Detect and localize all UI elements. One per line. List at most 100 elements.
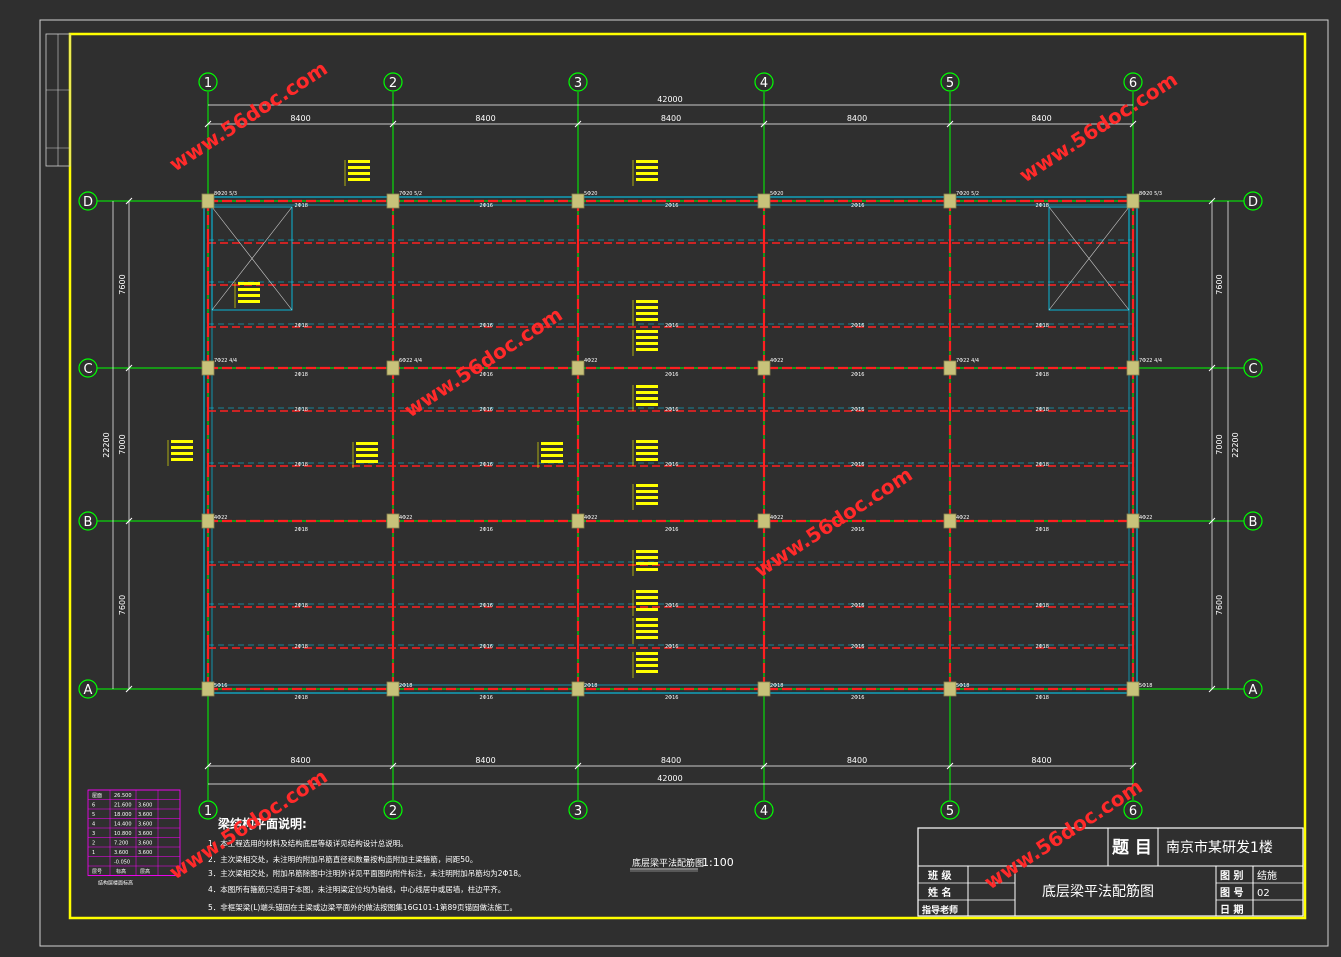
annotation-line (636, 330, 658, 333)
beam-label-span: 2Φ16 (851, 462, 864, 468)
beam-label-span: 2Φ18 (295, 323, 308, 329)
column-layer (201, 193, 1140, 697)
axis-label-3: 3 (574, 76, 582, 91)
annotation-line (171, 440, 193, 443)
beam-label-span: 2Φ16 (665, 527, 678, 533)
annotation-line (348, 160, 370, 163)
dimension-row-spacing: 7600 (118, 274, 127, 294)
axis-label-2: 2 (389, 804, 397, 819)
annotation-line (636, 318, 658, 321)
annotation-line (636, 397, 658, 400)
beam-label-a: 2Φ18 (399, 683, 412, 689)
name-label: 姓 名 (927, 886, 951, 899)
annotation-line (636, 652, 658, 655)
floor-table-level: 3 (92, 831, 95, 837)
number-value: 02 (1257, 888, 1270, 899)
beam-label-top: 8Φ20 5/3 (214, 191, 237, 197)
beam-label-span: 2Φ16 (851, 603, 864, 609)
dimension-bay-bottom: 8400 (290, 756, 310, 765)
axis-label-A: A (1249, 683, 1258, 698)
note-2: 2．主次梁相交处，未注明的附加吊筋直径和数量按构造附加主梁箍筋，间距50。 (208, 854, 477, 864)
beam-layer (203, 196, 1138, 694)
annotation-line (636, 403, 658, 406)
dimension-bay-bottom: 8400 (661, 756, 681, 765)
watermark-layer: www.56doc.com www.56doc.com www.56doc.com w… (165, 56, 1182, 894)
building-outline-inner (211, 204, 1130, 686)
beam-label-b: 4Φ22 (584, 515, 597, 521)
dimension-row-spacing: 7600 (118, 595, 127, 615)
beam-label-top: 5Φ20 (770, 191, 783, 197)
dimension-layer: 42000 8400 8400 8400 8400 8400 8400 8400 8400 840… (102, 95, 1240, 785)
axis-label-D: D (83, 195, 93, 210)
floor-table-level: 6 (92, 803, 95, 809)
beam-label-span: 2Φ18 (1036, 695, 1049, 701)
column (386, 513, 400, 529)
beam-label-span: 2Φ16 (851, 644, 864, 650)
annotation-line (356, 448, 378, 451)
annotation-line (636, 590, 658, 593)
beam-label-span: 2Φ18 (295, 407, 308, 413)
axis-label-D: D (1248, 195, 1258, 210)
beam-label-span: 2Φ18 (295, 603, 308, 609)
dimension-total-bottom-label: 42000 (657, 774, 682, 783)
beam-label-span: 2Φ16 (665, 695, 678, 701)
floor-table-level: 5 (92, 812, 95, 818)
beam-label-a: 5Φ18 (956, 683, 969, 689)
floor-table-height: 3.600 (138, 812, 152, 818)
beam-label-span: 2Φ16 (480, 323, 493, 329)
caption-scale: 1:100 (702, 856, 734, 869)
beam-label-b: 4Φ22 (214, 515, 227, 521)
dimension-row-spacing: 7600 (1215, 274, 1224, 294)
axis-label-4: 4 (760, 804, 768, 819)
annotation-line (636, 496, 658, 499)
beam-label-span: 2Φ18 (295, 527, 308, 533)
column (571, 193, 585, 209)
beam-label-span: 2Φ18 (1036, 203, 1049, 209)
column (386, 681, 400, 697)
annotation-line (636, 670, 658, 673)
beam-label-c: 6Φ22 4/4 (399, 358, 422, 364)
beam-label-span: 2Φ18 (295, 462, 308, 468)
beam-label-span: 2Φ16 (665, 203, 678, 209)
dimension-bay-top: 8400 (661, 114, 681, 123)
class-label: 班 级 (928, 869, 952, 882)
beam-label-b: 4Φ22 (770, 515, 783, 521)
drawing-title: 底层梁平法配筋图 (1042, 883, 1154, 900)
floor-table-level: 2 (92, 841, 95, 847)
beam-label-span: 2Φ16 (480, 407, 493, 413)
beam-label-a: 2Φ18 (584, 683, 597, 689)
beam-label-span: 2Φ18 (1036, 603, 1049, 609)
annotation-line (238, 288, 260, 291)
beam-label-span: 2Φ16 (851, 203, 864, 209)
column (1126, 513, 1140, 529)
column (201, 360, 215, 376)
beam-label-span: 2Φ16 (480, 603, 493, 609)
column (943, 513, 957, 529)
column (943, 360, 957, 376)
annotation-line (348, 178, 370, 181)
axis-label-5: 5 (946, 76, 954, 91)
annotation-line (541, 448, 563, 451)
beam-label-a: 2Φ18 (770, 683, 783, 689)
annotation-line (636, 336, 658, 339)
annotation-line (636, 342, 658, 345)
annotation-line (636, 630, 658, 633)
category-value: 结施 (1257, 869, 1277, 882)
number-label: 图 号 (1220, 887, 1243, 899)
advisor-label: 指导老师 (922, 904, 958, 916)
beam-label-a: 5Φ18 (1139, 683, 1152, 689)
annotation-line (636, 596, 658, 599)
column (757, 681, 771, 697)
floor-table-header: 层高 (140, 868, 150, 875)
beam-label-span: 2Φ18 (295, 203, 308, 209)
annotation-line (541, 454, 563, 457)
watermark: www.56doc.com (400, 302, 567, 422)
beam-plan-drawing: 1 1 2 2 3 3 4 4 5 5 6 6 D D C C B B A A 8Φ20 5/3 7Φ22 4/4 4Φ2… (39, 19, 1329, 947)
beam-label-span: 2Φ16 (665, 644, 678, 650)
beam-label-top: 7Φ20 5/2 (956, 191, 979, 197)
annotation-line (636, 391, 658, 394)
note-3: 3．主次梁相交处，附加吊筋除图中注明外详见平面图的附件标注，未注明附加吊筋均为2… (208, 868, 526, 878)
beam-label-span: 2Φ18 (295, 372, 308, 378)
dimension-bay-bottom: 8400 (1031, 756, 1051, 765)
column (571, 360, 585, 376)
